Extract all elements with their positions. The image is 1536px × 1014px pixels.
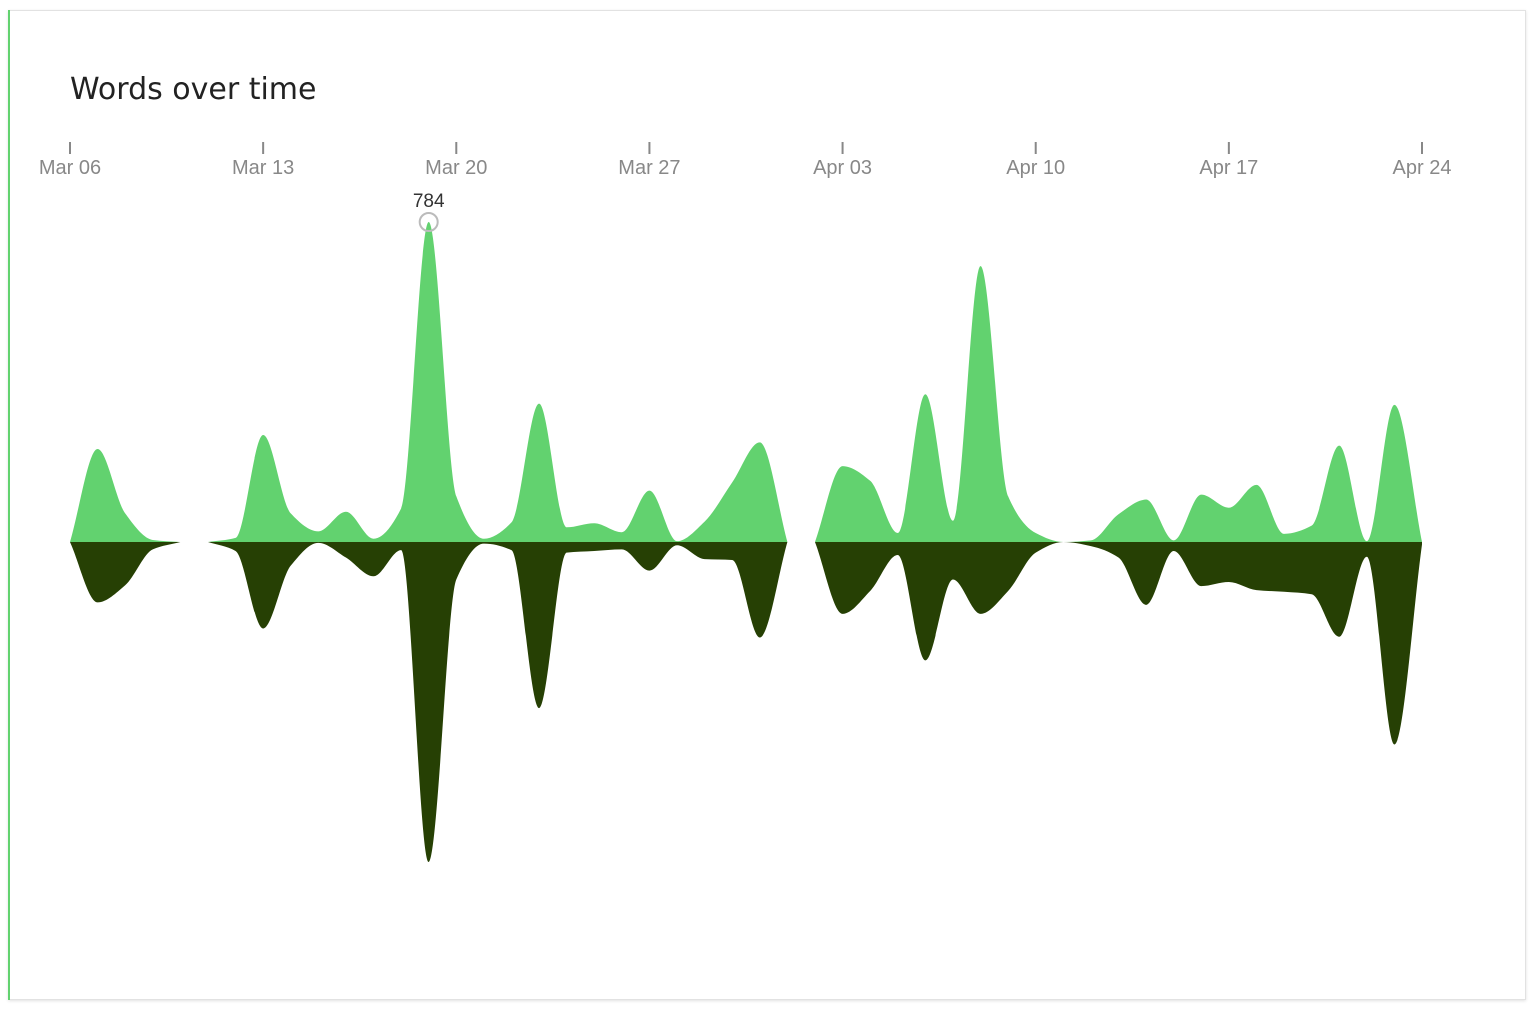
x-tick-label: Mar 20 (425, 157, 487, 179)
x-tick-label: Apr 24 (1393, 157, 1452, 179)
lower-area-segment-2 (207, 542, 788, 862)
x-tick-label: Mar 27 (618, 157, 680, 179)
area-layer (70, 222, 1422, 862)
words-over-time-chart: Mar 06 Mar 13 Mar 20 Mar 27 Apr 03 Apr 10 Apr … (39, 142, 1452, 862)
upper-area-segment-2 (207, 222, 788, 542)
lower-area-segment-3 (814, 542, 1422, 745)
peak-value-label: 784 (413, 191, 445, 212)
lower-area-segment-1 (70, 542, 181, 603)
upper-area-segment-1 (70, 448, 181, 542)
x-axis: Mar 06 Mar 13 Mar 20 Mar 27 Apr 03 Apr 10 Apr … (39, 142, 1452, 179)
upper-area-segment-3 (814, 266, 1422, 542)
x-tick-label: Mar 06 (39, 157, 101, 179)
x-tick-label: Apr 17 (1199, 157, 1258, 179)
x-tick-label: Apr 10 (1006, 157, 1065, 179)
x-tick-label: Apr 03 (813, 157, 872, 179)
x-tick-label: Mar 13 (232, 157, 294, 179)
